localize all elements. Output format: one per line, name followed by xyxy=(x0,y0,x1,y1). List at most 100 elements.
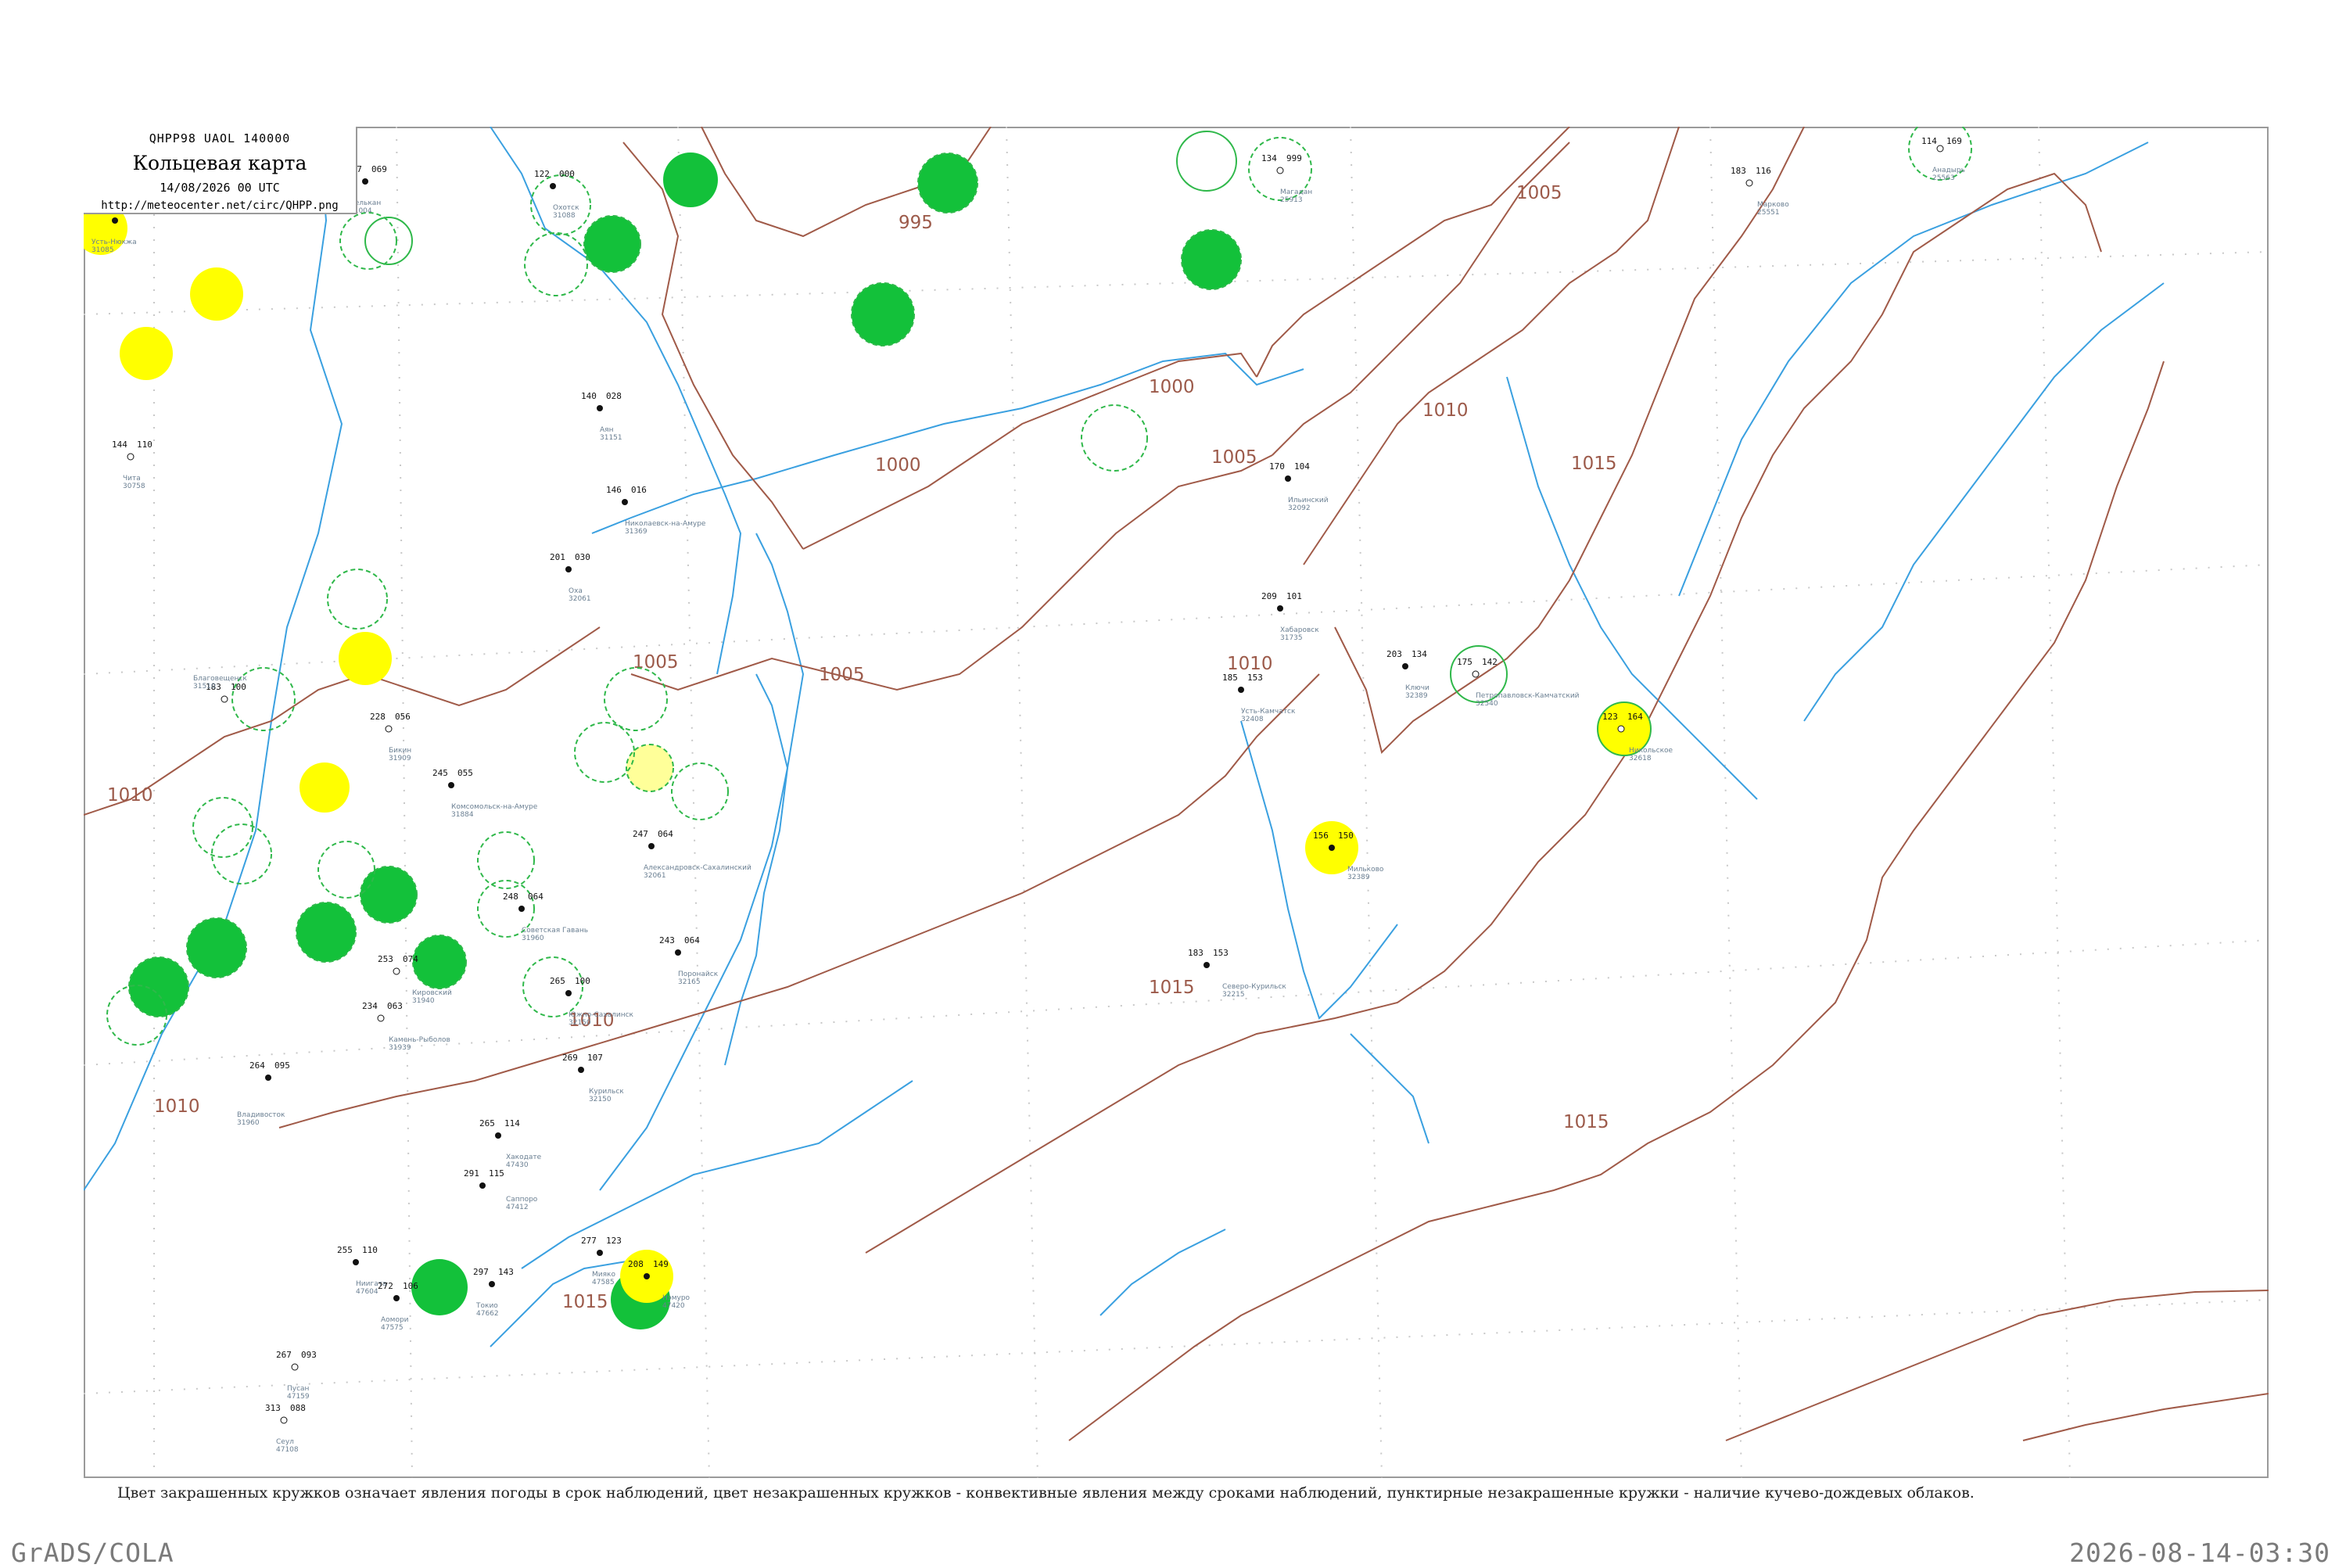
station-temp: 243 xyxy=(659,935,675,945)
station-pressure: 107 xyxy=(587,1053,603,1063)
yellow-circle xyxy=(339,632,392,685)
station-pressure: 153 xyxy=(1247,673,1263,683)
station-pressure: 116 xyxy=(1756,166,1771,176)
yellow-circle xyxy=(300,762,350,813)
station-id: 47159 xyxy=(287,1393,310,1401)
station-temp: 265 xyxy=(550,976,565,986)
isobar-label: 1015 xyxy=(1563,1112,1609,1132)
station-temp: 203 xyxy=(1386,649,1402,659)
dashed-ring xyxy=(574,722,635,783)
station: 209 101 Хабаровск 31735 xyxy=(1261,591,1319,642)
station-name: Марково xyxy=(1757,201,1789,209)
station-name: Аян xyxy=(600,426,614,434)
station-plots: 106 44 Усть-Нюкжа 31085 117 069 Нелькан … xyxy=(91,136,1965,1454)
station-name: Саппоро xyxy=(506,1196,538,1204)
green-circle xyxy=(128,956,189,1017)
green-circle xyxy=(411,1259,468,1315)
station-pressure: 055 xyxy=(457,768,473,778)
dashed-ring xyxy=(192,797,253,858)
station-id: 31510 xyxy=(193,683,216,691)
station-id: 31884 xyxy=(451,811,474,819)
station-id: 32389 xyxy=(1405,692,1428,700)
map-url[interactable]: http://meteocenter.net/circ/QHPP.png xyxy=(84,199,356,212)
green-circle xyxy=(1181,229,1242,290)
station-temp: 201 xyxy=(550,552,565,562)
station-pressure: 114 xyxy=(504,1118,520,1128)
station-id: 47430 xyxy=(506,1161,529,1169)
station-pressure: 100 xyxy=(575,976,590,986)
station-name: Владивосток xyxy=(237,1111,285,1119)
station-name: Аомори xyxy=(381,1316,409,1324)
station-name: Охотск xyxy=(553,204,579,212)
station-name: Сеул xyxy=(276,1438,294,1446)
station-temp: 122 xyxy=(534,169,550,179)
station: 170 104 Ильинский 32092 xyxy=(1269,461,1329,512)
station-temp: 123 xyxy=(1602,712,1618,722)
map-title: Кольцевая карта xyxy=(132,152,307,174)
station-id: 32618 xyxy=(1629,755,1652,762)
station-pressure: 069 xyxy=(371,164,387,174)
station: 134 999 Магадан 25913 xyxy=(1261,153,1312,204)
map-code: QHPP98 UAOL 140000 xyxy=(149,131,291,145)
isobar-label: 1010 xyxy=(1422,400,1469,421)
station-name: Южно-Сахалинск xyxy=(569,1011,634,1019)
isobar-label: 1010 xyxy=(107,785,153,806)
station-pressure: 074 xyxy=(403,954,418,964)
station-pressure: 123 xyxy=(606,1236,622,1246)
isobar-label: 1005 xyxy=(1211,447,1257,468)
station: 267 093 Пусан 47159 xyxy=(276,1350,317,1401)
station: 243 064 Поронайск 32165 xyxy=(659,935,719,986)
station-id: 47604 xyxy=(356,1288,378,1296)
station-id: 32061 xyxy=(644,872,666,880)
station-pressure: 028 xyxy=(606,391,622,401)
green-circle xyxy=(296,902,357,963)
dashed-ring xyxy=(604,667,668,731)
station-pressure: 106 xyxy=(403,1281,418,1291)
station: 183 100 Благовещенск 31510 xyxy=(193,675,247,703)
station-temp: 134 xyxy=(1261,153,1277,163)
station-temp: 277 xyxy=(581,1236,597,1246)
station-id: 47662 xyxy=(476,1310,499,1318)
isobars xyxy=(84,127,2269,1441)
station-temp: 255 xyxy=(337,1245,353,1255)
station-id: 32165 xyxy=(678,978,701,986)
station-name: Чита xyxy=(123,475,141,483)
isobar-label: 995 xyxy=(899,213,933,233)
station: 203 134 Ключи 32389 xyxy=(1386,649,1429,700)
station: 144 110 Чита 30758 xyxy=(112,440,152,490)
station-pressure: 143 xyxy=(498,1267,514,1277)
station-pressure: 063 xyxy=(387,1001,403,1011)
station: 146 016 Николаевск-на-Амуре 31369 xyxy=(606,485,706,536)
station-name: Александровск-Сахалинский xyxy=(644,864,752,872)
station: 234 063 Камень-Рыболов 31939 xyxy=(362,1001,450,1052)
station-temp: 156 xyxy=(1313,831,1329,841)
dashed-ring xyxy=(524,232,588,296)
station-pressure: 153 xyxy=(1213,948,1229,958)
station-temp: 175 xyxy=(1457,657,1473,667)
graticule xyxy=(84,127,2269,1478)
station-temp: 234 xyxy=(362,1001,378,1011)
station-name: Усть-Камчатск xyxy=(1241,708,1296,716)
station-name: Кировский xyxy=(412,989,452,997)
map-title-box: QHPP98 UAOL 140000 Кольцевая карта 14/08… xyxy=(84,127,357,214)
station-id: 31369 xyxy=(625,528,647,536)
station-name: Ильинский xyxy=(1288,497,1329,504)
station-id: 32540 xyxy=(1476,700,1498,708)
coastlines xyxy=(84,127,2165,1347)
dashed-ring xyxy=(1081,404,1148,472)
station-pressure: 142 xyxy=(1482,657,1498,667)
isobar-label: 1005 xyxy=(819,665,865,685)
convective-circles xyxy=(84,152,1652,1329)
dashed-ring xyxy=(339,212,397,270)
station-id: 31960 xyxy=(237,1119,260,1127)
station: 297 143 Токио 47662 xyxy=(473,1267,514,1318)
solid-ring xyxy=(364,217,413,265)
solid-ring-circles xyxy=(364,131,1508,703)
station: 277 123 Мияко 47585 xyxy=(581,1236,622,1286)
isobar-label: 1010 xyxy=(1227,654,1273,674)
station-name: Хабаровск xyxy=(1280,626,1319,634)
station-id: 32408 xyxy=(1241,716,1264,723)
station-pressure: 110 xyxy=(137,440,152,450)
green-circle xyxy=(583,215,641,273)
station-temp: 272 xyxy=(378,1281,393,1291)
